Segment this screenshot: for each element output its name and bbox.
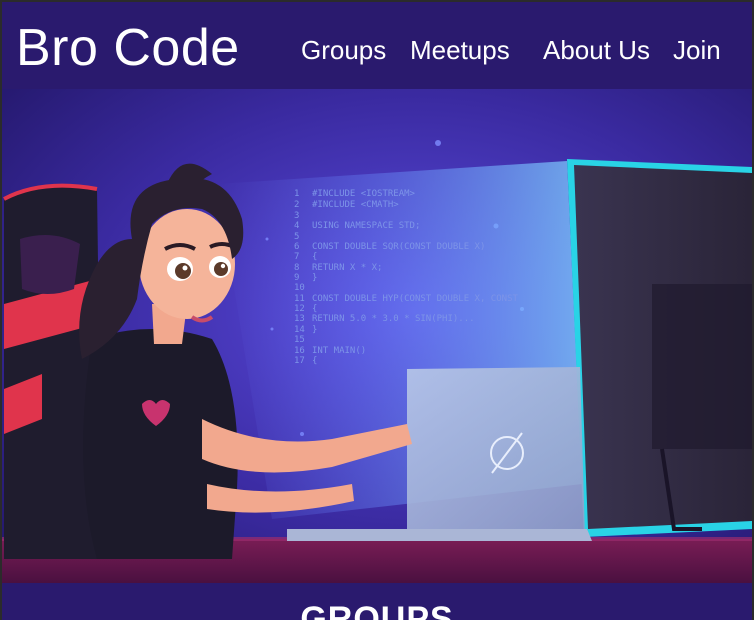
code-line: #INCLUDE <IOSTREAM> bbox=[312, 189, 416, 199]
code-line: #INCLUDE <CMATH> bbox=[312, 200, 399, 210]
code-line: USING NAMESPACE STD; bbox=[312, 221, 420, 231]
code-line-number: 4 bbox=[294, 221, 299, 231]
code-line-number: 5 bbox=[294, 232, 299, 242]
code-line: INT MAIN() bbox=[312, 346, 366, 356]
code-line: RETURN 5.0 * 3.0 * SIN(PHI)... bbox=[312, 314, 475, 324]
code-line-number: 3 bbox=[294, 211, 299, 221]
brand-logo[interactable]: Bro Code bbox=[16, 18, 240, 78]
nav-link-meetups[interactable]: Meetups bbox=[410, 32, 510, 68]
code-line-number: 11 bbox=[294, 294, 305, 304]
code-line-number: 9 bbox=[294, 273, 299, 283]
hero-illustration: 1 #INCLUDE <IOSTREAM> 2 #INCLUDE <CMATH>… bbox=[2, 89, 752, 583]
code-line-number: 15 bbox=[294, 335, 305, 345]
code-line: CONST DOUBLE HYP(CONST DOUBLE X, CONST bbox=[312, 294, 518, 304]
code-line: { bbox=[312, 304, 317, 314]
monitor bbox=[567, 159, 752, 537]
code-line: } bbox=[312, 273, 317, 283]
nav-link-about-us[interactable]: About Us bbox=[543, 32, 650, 68]
code-line-number: 13 bbox=[294, 314, 305, 324]
groups-section: GROUPS bbox=[2, 583, 752, 620]
code-line-number: 17 bbox=[294, 356, 305, 366]
nav-link-groups[interactable]: Groups bbox=[301, 32, 386, 68]
code-line-number: 7 bbox=[294, 252, 299, 262]
code-line-number: 6 bbox=[294, 242, 299, 252]
section-title-groups: GROUPS bbox=[300, 600, 454, 620]
code-line-number: 14 bbox=[294, 325, 305, 335]
nav-link-join[interactable]: Join bbox=[673, 32, 721, 68]
code-line: } bbox=[312, 325, 317, 335]
site-header: Bro Code Groups Meetups About Us Join bbox=[2, 2, 752, 89]
code-line-number: 1 bbox=[294, 189, 299, 199]
page: Bro Code Groups Meetups About Us Join 1 … bbox=[2, 2, 752, 620]
code-line-number: 2 bbox=[294, 200, 299, 210]
code-line-number: 8 bbox=[294, 263, 299, 273]
code-line: { bbox=[312, 356, 317, 366]
code-line: CONST DOUBLE SQR(CONST DOUBLE X) bbox=[312, 242, 485, 252]
code-line: RETURN X * X; bbox=[312, 263, 382, 273]
hero-banner: 1 #INCLUDE <IOSTREAM> 2 #INCLUDE <CMATH>… bbox=[2, 89, 752, 583]
code-line: { bbox=[312, 252, 317, 262]
code-line-number: 16 bbox=[294, 346, 305, 356]
code-line-number: 12 bbox=[294, 304, 305, 314]
code-line-number: 10 bbox=[294, 283, 305, 293]
